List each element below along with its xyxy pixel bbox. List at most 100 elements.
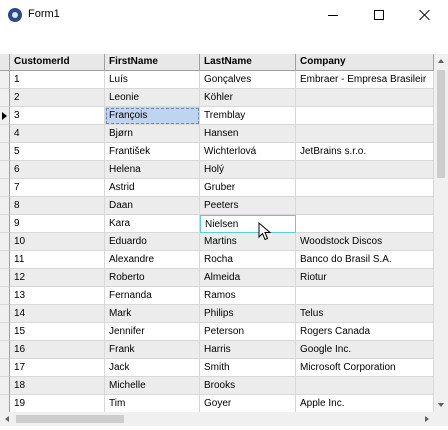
scroll-up-button[interactable] [434,54,448,68]
cell-lastname[interactable]: Hansen [200,125,296,143]
cell-company[interactable] [296,107,434,125]
cell-customerid[interactable]: 9 [10,215,105,233]
header-corner[interactable] [0,54,10,71]
cell-lastname[interactable]: Tremblay [200,107,296,125]
row-header[interactable] [0,359,10,377]
table-row[interactable]: 13 Fernanda Ramos [0,287,434,305]
row-header[interactable] [0,89,10,107]
row-header[interactable] [0,161,10,179]
cell-company[interactable] [296,161,434,179]
maximize-button[interactable] [356,0,402,30]
table-row[interactable]: 8 Daan Peeters [0,197,434,215]
cell-company[interactable] [296,377,434,395]
row-header[interactable] [0,305,10,323]
table-row[interactable]: 1 Luís Gonçalves Embraer - Empresa Brasilei… [0,71,434,89]
cell-customerid[interactable]: 6 [10,161,105,179]
cell-company[interactable]: Woodstock Discos [296,233,434,251]
cell-lastname[interactable]: Rocha [200,251,296,269]
row-header[interactable] [0,287,10,305]
app-icon[interactable] [8,8,22,22]
scroll-down-button[interactable] [434,398,448,412]
cell-lastname[interactable]: Peterson [200,323,296,341]
minimize-button[interactable] [310,0,356,30]
cell-company[interactable] [296,125,434,143]
table-row[interactable]: 16 Frank Harris Google Inc. [0,341,434,359]
cell-company[interactable]: Rogers Canada [296,323,434,341]
cell-firstname[interactable]: Eduardo [105,233,200,251]
cell-customerid[interactable]: 19 [10,395,105,412]
customer-grid[interactable]: CustomerId FirstName LastName Company 1L… [0,54,434,412]
table-row[interactable]: 2 Leonie Köhler [0,89,434,107]
row-header[interactable] [0,71,10,89]
table-row[interactable]: 3 François Tremblay [0,107,434,125]
cell-lastname[interactable]: Nielsen [200,215,296,233]
row-header[interactable] [0,341,10,359]
table-row[interactable]: 12 Roberto Almeida Riotur [0,269,434,287]
cell-company[interactable] [296,215,434,233]
cell-customerid[interactable]: 2 [10,89,105,107]
column-header-firstname[interactable]: FirstName [105,54,200,71]
cell-firstname[interactable]: Mark [105,305,200,323]
cell-firstname[interactable]: Jack [105,359,200,377]
table-row[interactable]: 9 Kara Nielsen [0,215,434,233]
table-row[interactable]: 17 Jack Smith Microsoft Corporation [0,359,434,377]
cell-customerid[interactable]: 15 [10,323,105,341]
cell-company[interactable] [296,197,434,215]
table-row[interactable]: 7 Astrid Gruber [0,179,434,197]
table-row[interactable]: 19 Tim Goyer Apple Inc. [0,395,434,412]
cell-firstname[interactable]: Jennifer [105,323,200,341]
cell-firstname[interactable]: Roberto [105,269,200,287]
table-row[interactable]: 14 Mark Philips Telus [0,305,434,323]
table-row[interactable]: 15 Jennifer Peterson Rogers Canada [0,323,434,341]
cell-firstname[interactable]: Helena [105,161,200,179]
cell-customerid[interactable]: 5 [10,143,105,161]
cell-company[interactable]: Riotur [296,269,434,287]
cell-firstname[interactable]: François [105,107,200,125]
cell-lastname[interactable]: Smith [200,359,296,377]
cell-customerid[interactable]: 1 [10,71,105,89]
scroll-right-button[interactable] [420,412,434,426]
vertical-scrollbar[interactable] [434,54,448,412]
table-row[interactable]: 18 Michelle Brooks [0,377,434,395]
cell-lastname[interactable]: Wichterlová [200,143,296,161]
cell-firstname[interactable]: Luís [105,71,200,89]
cell-lastname[interactable]: Brooks [200,377,296,395]
cell-firstname[interactable]: Frank [105,341,200,359]
row-header[interactable] [0,125,10,143]
cell-company[interactable] [296,179,434,197]
cell-company[interactable]: Google Inc. [296,341,434,359]
cell-company[interactable]: Banco do Brasil S.A. [296,251,434,269]
cell-lastname[interactable]: Gonçalves [200,71,296,89]
cell-customerid[interactable]: 3 [10,107,105,125]
cell-lastname[interactable]: Ramos [200,287,296,305]
table-row[interactable]: 4 Bjørn Hansen [0,125,434,143]
cell-customerid[interactable]: 12 [10,269,105,287]
row-header[interactable] [0,395,10,412]
row-header[interactable] [0,107,10,125]
cell-lastname[interactable]: Martins [200,233,296,251]
cell-lastname[interactable]: Peeters [200,197,296,215]
cell-lastname[interactable]: Holý [200,161,296,179]
cell-company[interactable]: Apple Inc. [296,395,434,412]
row-header[interactable] [0,143,10,161]
cell-customerid[interactable]: 7 [10,179,105,197]
row-header[interactable] [0,377,10,395]
column-header-customerid[interactable]: CustomerId [10,54,105,71]
row-header[interactable] [0,323,10,341]
row-header[interactable] [0,233,10,251]
table-row[interactable]: 11 Alexandre Rocha Banco do Brasil S.A. [0,251,434,269]
cell-customerid[interactable]: 4 [10,125,105,143]
cell-customerid[interactable]: 17 [10,359,105,377]
cell-lastname[interactable]: Köhler [200,89,296,107]
table-row[interactable]: 6 Helena Holý [0,161,434,179]
cell-customerid[interactable]: 18 [10,377,105,395]
cell-firstname[interactable]: František [105,143,200,161]
horizontal-scroll-thumb[interactable] [16,415,124,423]
cell-firstname[interactable]: Astrid [105,179,200,197]
scroll-left-button[interactable] [0,412,14,426]
table-row[interactable]: 5 František Wichterlová JetBrains s.r.o. [0,143,434,161]
cell-firstname[interactable]: Alexandre [105,251,200,269]
cell-firstname[interactable]: Daan [105,197,200,215]
cell-firstname[interactable]: Michelle [105,377,200,395]
cell-lastname[interactable]: Almeida [200,269,296,287]
